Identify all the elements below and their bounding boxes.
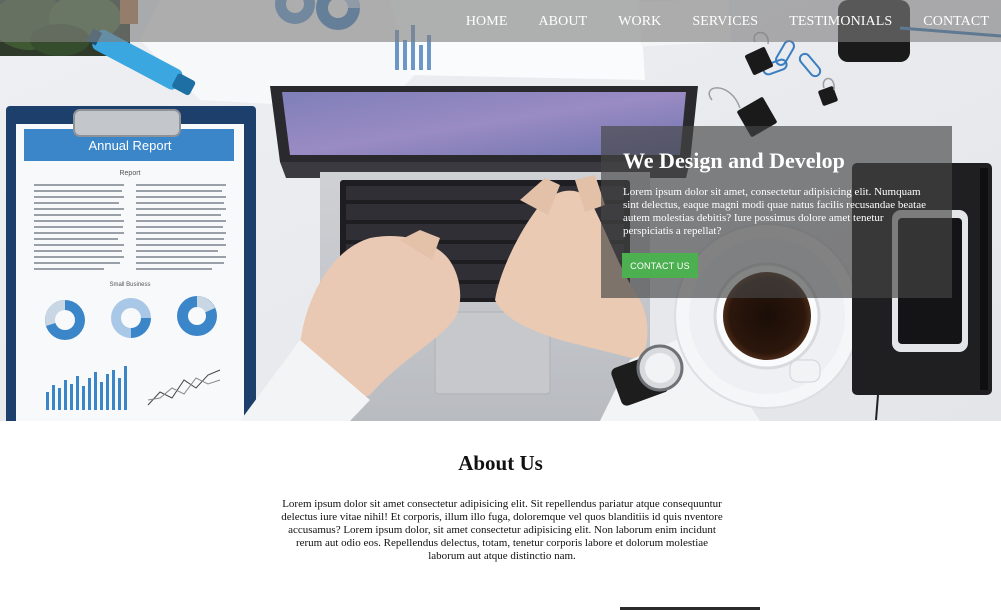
about-title: About Us [458,451,543,475]
report-subtitle: Report [119,170,140,177]
hero-section: Annual Report Report Small Business HOME… [0,0,1001,421]
nav-testimonials-link[interactable]: TESTIMONIALS [789,14,892,29]
nav-services-link[interactable]: SERVICES [692,14,758,29]
nav-home-link[interactable]: HOME [466,14,508,29]
hero-description: Lorem ipsum dolor sit amet, consectetur … [623,186,926,237]
nav-work-link[interactable]: WORK [618,14,661,29]
contact-us-button[interactable]: CONTACT US [622,253,698,278]
nav-menu: HOME ABOUT WORK SERVICES TESTIMONIALS CO… [435,0,989,42]
report-section-title: Small Business [109,282,150,288]
top-navbar: HOME ABOUT WORK SERVICES TESTIMONIALS CO… [0,0,1001,42]
about-section: About Us Lorem ipsum dolor sit amet cons… [0,421,1001,610]
about-description: Lorem ipsum dolor sit amet consectetur a… [281,498,723,562]
report-title: Annual Report [88,138,171,153]
nav-contact-link[interactable]: CONTACT [923,14,989,29]
nav-about-link[interactable]: ABOUT [538,14,587,29]
annual-report-clipboard: Annual Report Report Small Business [6,106,256,421]
hero-title: We Design and Develop [623,148,845,173]
hero-overlay-card: We Design and Develop Lorem ipsum dolor … [601,126,952,298]
